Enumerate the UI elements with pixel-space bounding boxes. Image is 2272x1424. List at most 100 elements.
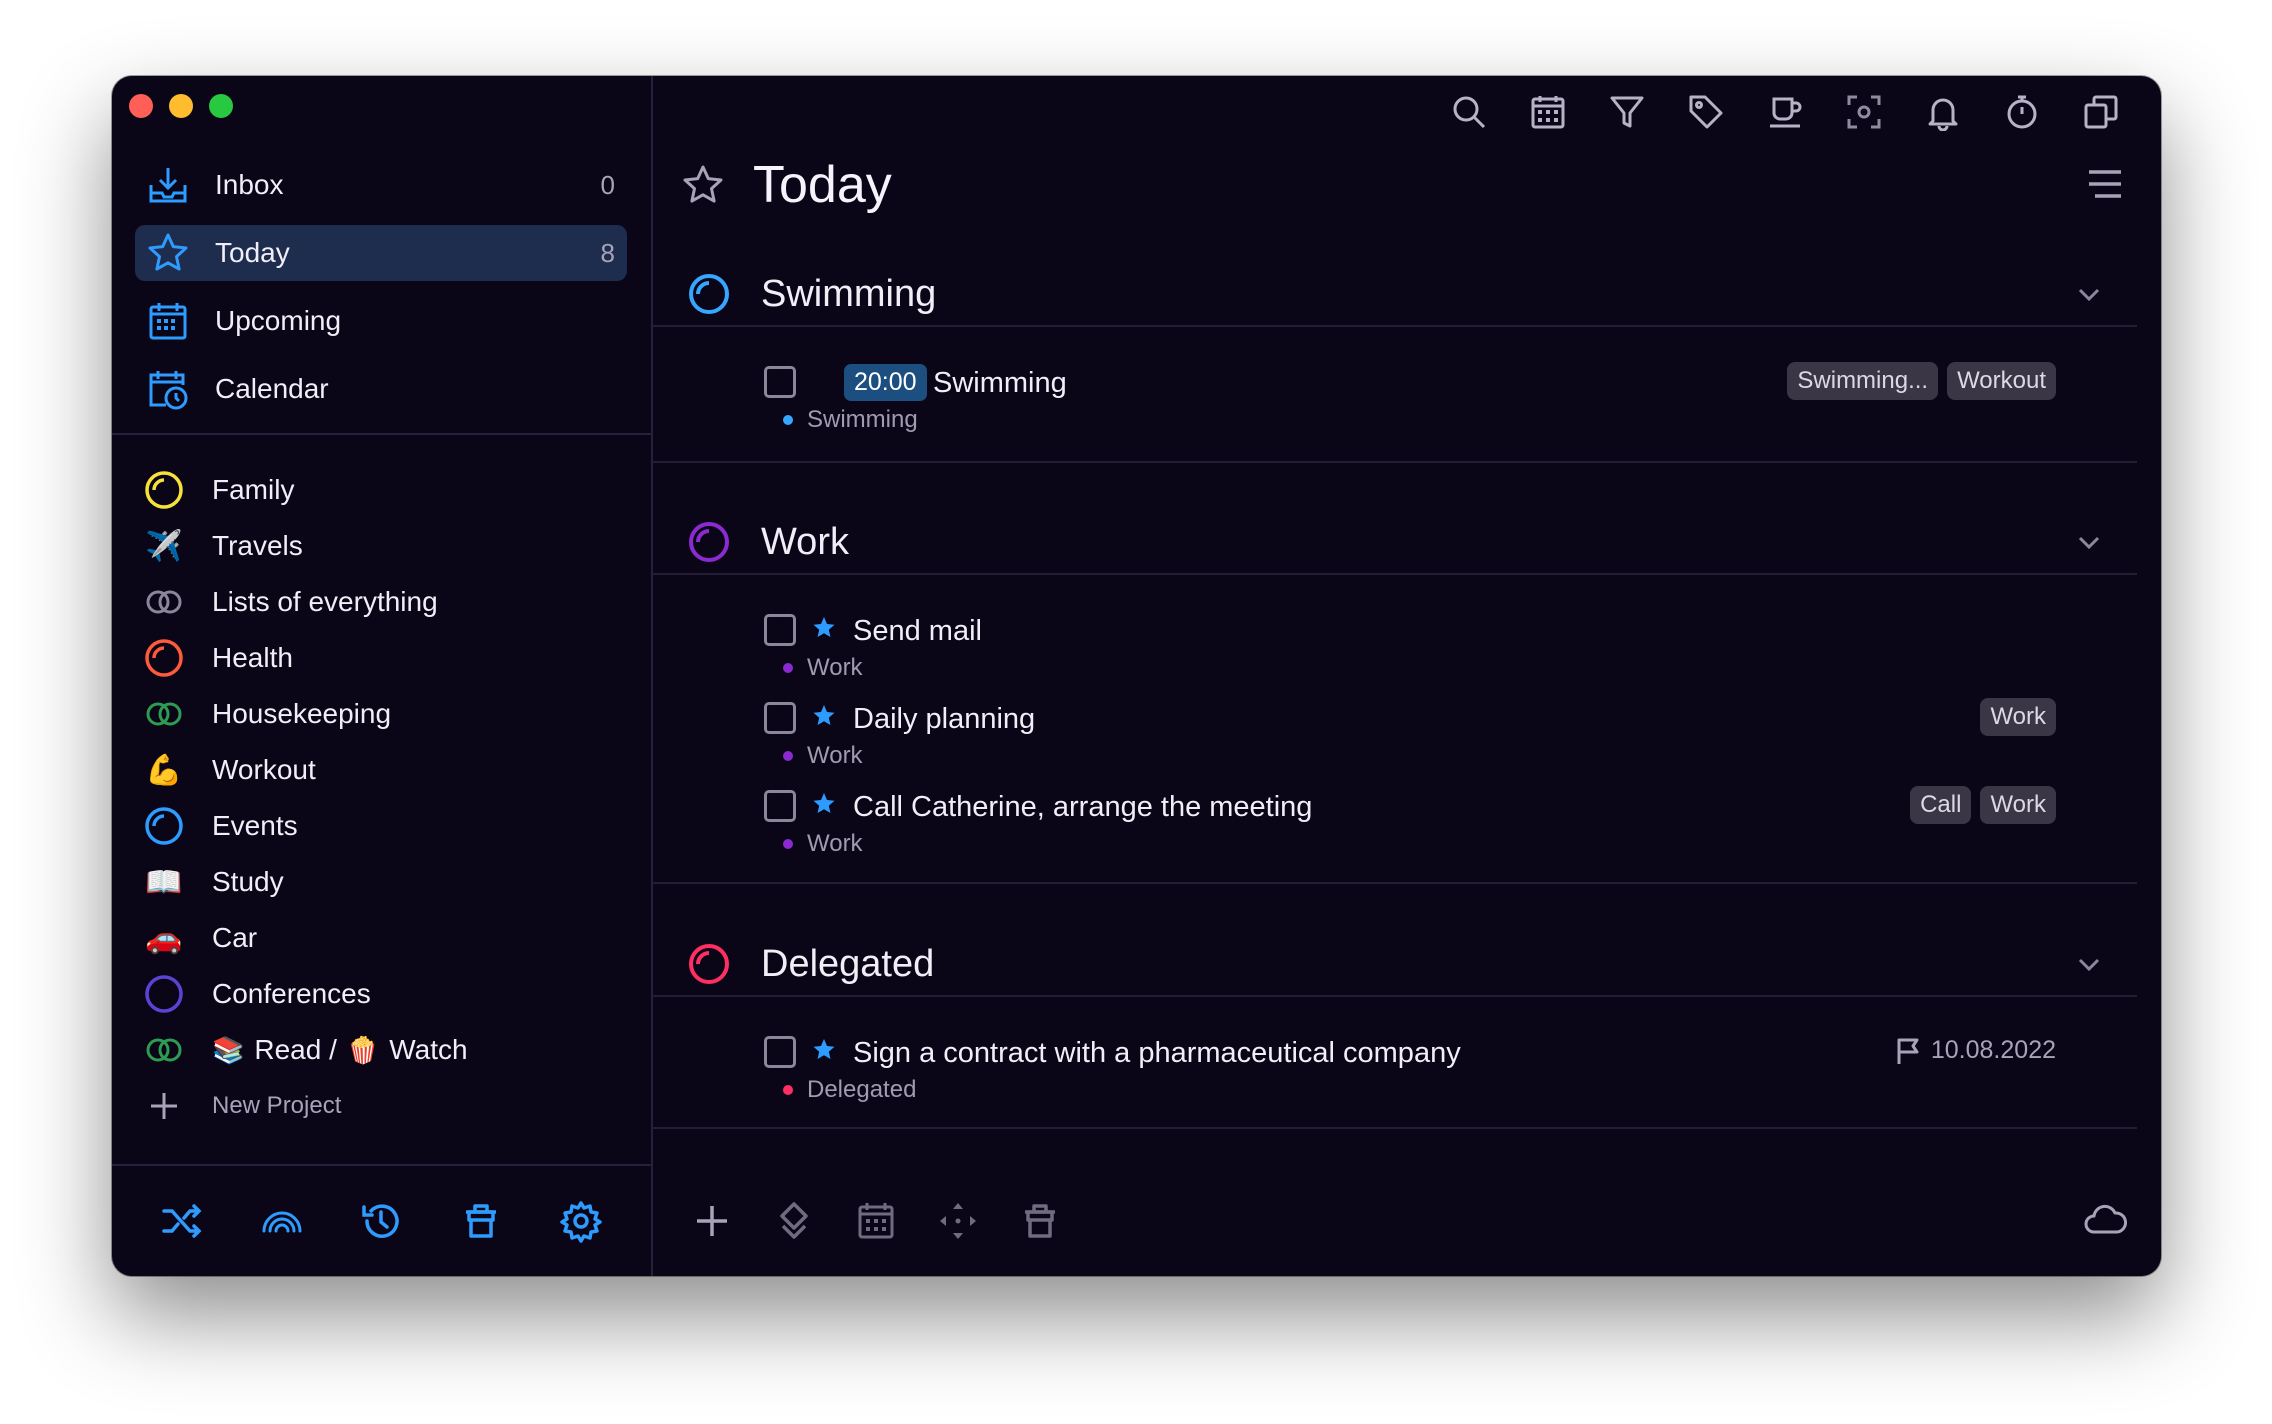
sidebar-item-label: Inbox [215, 169, 284, 200]
tag-icon[interactable] [1684, 90, 1728, 134]
project-read-watch[interactable]: 📚 Read / 🍿 Watch [142, 1022, 622, 1078]
popcorn-icon: 🍿 [346, 1034, 380, 1065]
zoom-window-button[interactable] [209, 94, 233, 118]
group-header-work[interactable]: Work [653, 494, 2137, 590]
timer-icon[interactable] [2000, 90, 2044, 134]
yellow-ring-icon [142, 468, 186, 512]
task-project-label: Work [807, 654, 863, 681]
project-lists-of-everything[interactable]: Lists of everything [142, 574, 622, 630]
focus-icon[interactable] [1842, 90, 1886, 134]
task-row[interactable]: Send mail Work [653, 610, 2161, 690]
history-icon[interactable] [359, 1199, 403, 1243]
sidebar-item-label: Today [215, 237, 290, 268]
project-label: Travels [212, 530, 303, 561]
tag-badge[interactable]: Call [1910, 786, 1972, 824]
divider [653, 1127, 2137, 1129]
task-row[interactable]: Sign a contract with a pharmaceutical co… [653, 1032, 2161, 1112]
project-travels[interactable]: ✈️ Travels [142, 518, 622, 574]
inbox-count: 0 [600, 169, 615, 200]
calendar-icon[interactable] [1526, 90, 1570, 134]
plus-icon [142, 1084, 186, 1128]
calendar-grid-icon [145, 298, 191, 344]
sidebar-item-today[interactable]: Today 8 [135, 225, 627, 281]
cloud-sync-icon[interactable] [2083, 1202, 2127, 1236]
project-label: Family [212, 474, 295, 505]
gear-icon[interactable] [559, 1199, 603, 1243]
rainbow-icon[interactable] [260, 1199, 304, 1243]
sidebar-item-inbox[interactable]: Inbox 0 [135, 157, 627, 213]
bell-icon[interactable] [1921, 90, 1965, 134]
coffee-break-icon[interactable] [1763, 90, 1807, 134]
menu-icon[interactable] [2085, 164, 2125, 204]
project-workout[interactable]: 💪 Workout [142, 742, 622, 798]
new-project-label: New Project [212, 1092, 342, 1119]
tag-badge[interactable]: Swimming... [1787, 362, 1939, 400]
trash-icon[interactable] [459, 1199, 503, 1243]
schedule-icon[interactable] [855, 1200, 897, 1242]
project-health[interactable]: Health [142, 630, 622, 686]
project-label: Workout [212, 754, 316, 785]
task-project: Swimming [783, 406, 918, 434]
blue-ring-icon [142, 804, 186, 848]
move-icon[interactable] [937, 1200, 979, 1242]
task-checkbox[interactable] [764, 790, 796, 822]
search-icon[interactable] [1447, 90, 1491, 134]
task-project: Delegated [783, 1076, 916, 1104]
green-double-ring-icon [142, 692, 186, 736]
task-row[interactable]: 20:00 Swimming Swimming Swimming... Work… [653, 362, 2161, 442]
task-project-label: Delegated [807, 1076, 917, 1103]
task-checkbox[interactable] [764, 366, 796, 398]
delete-icon[interactable] [1019, 1200, 1061, 1242]
project-conferences[interactable]: Conferences [142, 966, 622, 1022]
group-header-swimming[interactable]: Swimming [653, 246, 2137, 342]
filter-icon[interactable] [1605, 90, 1649, 134]
divider [653, 995, 2137, 997]
flag-icon [1897, 1038, 1919, 1064]
new-project-button[interactable]: New Project [142, 1078, 622, 1134]
pink-ring-icon [689, 944, 729, 984]
windows-icon[interactable] [2079, 90, 2123, 134]
tag-badge[interactable]: Work [1980, 786, 2056, 824]
task-tags: Call Work [1910, 786, 2056, 824]
tag-badge[interactable]: Workout [1947, 362, 2056, 400]
sidebar-nav: Inbox 0 Today 8 Upcoming Calendar [135, 157, 627, 429]
task-row[interactable]: Call Catherine, arrange the meeting Work… [653, 786, 2161, 866]
task-project-label: Swimming [807, 406, 918, 433]
deadline-date: 10.08.2022 [1930, 1036, 2056, 1064]
task-checkbox[interactable] [764, 702, 796, 734]
task-checkbox[interactable] [764, 1036, 796, 1068]
sidebar-item-calendar[interactable]: Calendar [135, 361, 627, 417]
shuffle-icon[interactable] [160, 1199, 204, 1243]
project-label: Read / [254, 1034, 337, 1065]
green-double-ring-icon [142, 1028, 186, 1072]
airplane-icon: ✈️ [145, 529, 183, 563]
star-icon [813, 1039, 835, 1059]
group-title: Work [761, 520, 849, 563]
task-checkbox[interactable] [764, 614, 796, 646]
project-family[interactable]: Family [142, 462, 622, 518]
chevron-down-icon[interactable] [2075, 280, 2103, 308]
indigo-ring-icon [142, 972, 186, 1016]
sidebar-item-label: Calendar [215, 373, 329, 404]
minimize-window-button[interactable] [169, 94, 193, 118]
project-events[interactable]: Events [142, 798, 622, 854]
page-header: Today [681, 150, 2125, 220]
task-time-badge: 20:00 [844, 364, 927, 401]
project-car[interactable]: 🚗 Car [142, 910, 622, 966]
chevron-down-icon[interactable] [2075, 528, 2103, 556]
project-study[interactable]: 📖 Study [142, 854, 622, 910]
close-window-button[interactable] [129, 94, 153, 118]
add-task-icon[interactable] [691, 1200, 733, 1242]
page-title: Today [753, 156, 892, 214]
tag-badge[interactable]: Work [1980, 698, 2056, 736]
chevron-down-icon[interactable] [2075, 950, 2103, 978]
flexed-biceps-icon: 💪 [145, 753, 183, 787]
sidebar-item-upcoming[interactable]: Upcoming [135, 293, 627, 349]
project-housekeeping[interactable]: Housekeeping [142, 686, 622, 742]
divider [653, 573, 2137, 575]
project-list: Family ✈️ Travels Lists of everything He… [142, 462, 622, 1134]
group-header-delegated[interactable]: Delegated [653, 916, 2137, 1012]
task-row[interactable]: Daily planning Work Work [653, 698, 2161, 778]
open-book-icon: 📖 [145, 865, 183, 899]
priority-icon[interactable] [773, 1200, 815, 1242]
